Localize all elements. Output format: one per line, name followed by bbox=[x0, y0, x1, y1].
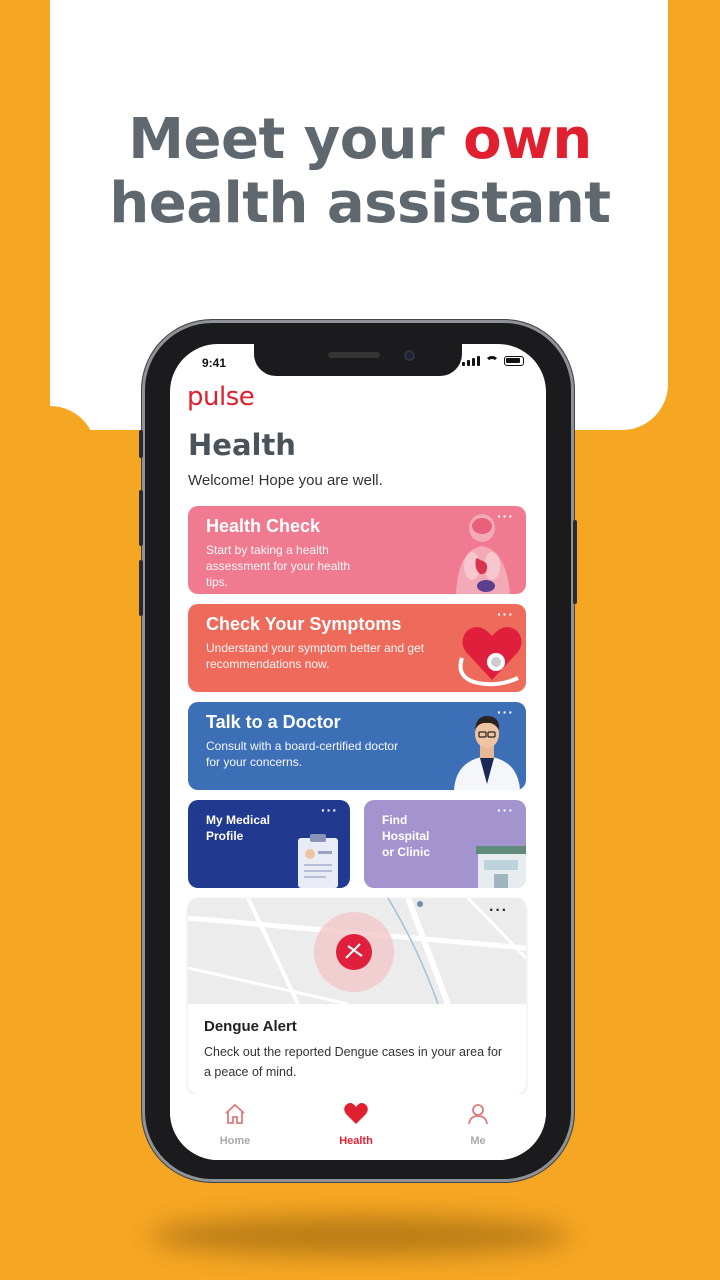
card-description: Start by taking a health assessment for … bbox=[206, 543, 351, 589]
dengue-map[interactable] bbox=[188, 898, 526, 1004]
card-description: Understand your symptom better and get r… bbox=[206, 641, 425, 671]
card-title: Check Your Symptoms bbox=[206, 614, 402, 634]
doctor-icon bbox=[454, 716, 520, 790]
dengue-alert-card[interactable]: ··· Dengue Alert Check out the reported … bbox=[188, 898, 526, 1094]
headline-text: Meet your bbox=[128, 107, 464, 172]
card-title: Find Hospital or Clinic bbox=[382, 813, 431, 859]
health-check-card[interactable]: Health Check Start by taking a health as… bbox=[188, 506, 526, 594]
card-description: Consult with a board-certified doctor fo… bbox=[206, 739, 399, 769]
card-title: My Medical Profile bbox=[206, 813, 271, 843]
more-icon[interactable]: ··· bbox=[321, 802, 338, 818]
pulse-logo: pulse bbox=[187, 382, 255, 412]
status-icons bbox=[462, 356, 524, 366]
phone-screen: 9:41 pulse Health Welcome! Hope you are … bbox=[170, 344, 546, 1160]
promo-headline: Meet your own health assistant bbox=[0, 108, 720, 236]
volume-down-button bbox=[139, 560, 143, 616]
tab-home[interactable]: Home bbox=[195, 1102, 275, 1147]
alert-description: Check out the reported Dengue cases in y… bbox=[204, 1045, 503, 1079]
card-title: Health Check bbox=[206, 516, 321, 536]
phone-shadow bbox=[150, 1216, 570, 1256]
tab-me[interactable]: Me bbox=[438, 1102, 518, 1147]
mute-switch bbox=[139, 430, 143, 458]
tab-label: Me bbox=[470, 1135, 486, 1147]
medical-profile-card[interactable]: My Medical Profile ··· bbox=[188, 800, 350, 888]
clipboard-icon bbox=[298, 834, 338, 888]
bottom-tab-bar: Home Health Me bbox=[170, 1094, 546, 1160]
talk-to-doctor-card[interactable]: Talk to a Doctor Consult with a board-ce… bbox=[188, 702, 526, 790]
speaker bbox=[328, 352, 380, 358]
heart-stethoscope-icon bbox=[458, 627, 522, 687]
front-camera bbox=[404, 350, 415, 361]
check-symptoms-card[interactable]: Check Your Symptoms Understand your symp… bbox=[188, 604, 526, 692]
tab-label: Home bbox=[219, 1135, 251, 1147]
body-organs-icon bbox=[456, 514, 510, 594]
signal-icon bbox=[462, 356, 480, 366]
tab-health[interactable]: Health bbox=[316, 1102, 396, 1147]
notch bbox=[254, 344, 462, 376]
page-title: Health bbox=[188, 428, 296, 462]
more-icon[interactable]: ··· bbox=[489, 902, 508, 920]
phone-frame: 9:41 pulse Health Welcome! Hope you are … bbox=[139, 320, 577, 1182]
headline-line2: health assistant bbox=[109, 171, 611, 236]
person-icon bbox=[468, 1104, 488, 1125]
heart-icon bbox=[344, 1103, 368, 1124]
battery-icon bbox=[504, 356, 524, 366]
wifi-icon bbox=[485, 356, 499, 366]
alert-title: Dengue Alert bbox=[204, 1018, 297, 1035]
hospital-icon bbox=[476, 846, 526, 888]
tab-label: Health bbox=[339, 1135, 373, 1147]
card-title: Talk to a Doctor bbox=[206, 712, 341, 732]
volume-up-button bbox=[139, 490, 143, 546]
status-time: 9:41 bbox=[202, 356, 227, 370]
welcome-message: Welcome! Hope you are well. bbox=[188, 472, 383, 489]
headline-accent: own bbox=[463, 107, 592, 172]
more-icon[interactable]: ··· bbox=[497, 802, 514, 818]
home-icon bbox=[225, 1103, 245, 1124]
power-button bbox=[573, 520, 577, 604]
find-hospital-card[interactable]: Find Hospital or Clinic ··· bbox=[364, 800, 526, 888]
